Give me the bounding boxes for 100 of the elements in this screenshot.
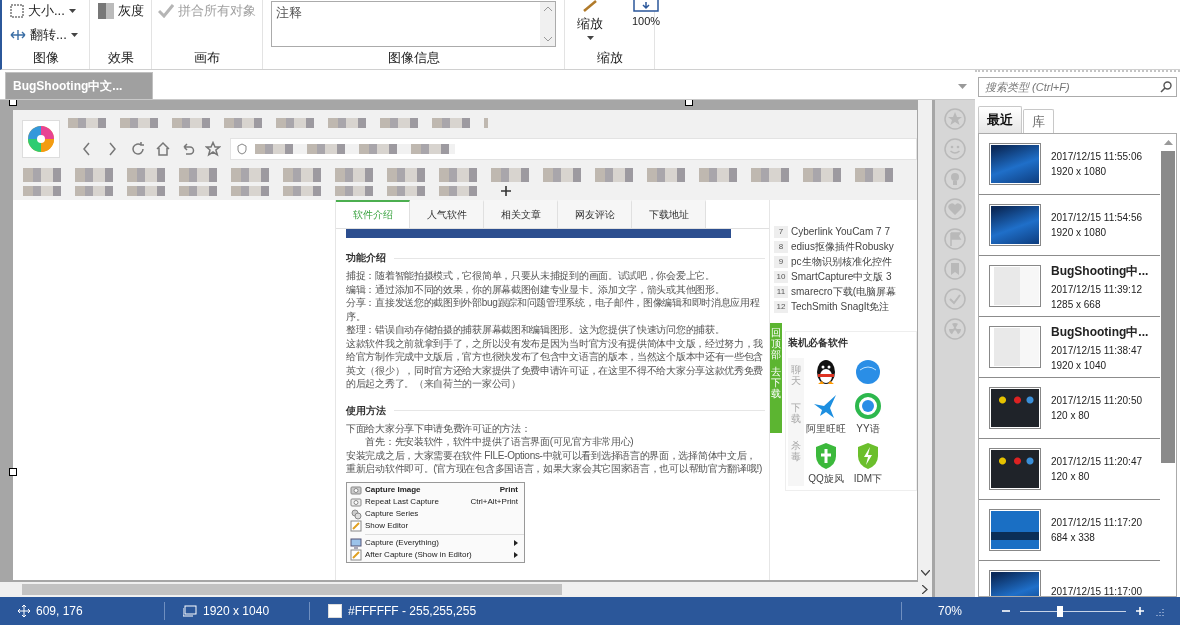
paragraph: 这款软件我之前就拿到手了，之所以没有发布是因为当时官方没有提供简体中文版，经过努力，我给官方制作完成中文版后，官方也很快发布了包含中文语言的版本，当然这个版本中还有一些包含英文（很少），同时官方还给大家提供了免费申请许可证，在这里不得不给大家分享这款优秀免费的后起之秀了。（来自荷兰的一家公司） [346, 336, 765, 391]
history-item[interactable]: BugShooting中... 2017/12/15 11:39:12 1285 x 668 [979, 256, 1160, 317]
slider-thumb[interactable] [1057, 605, 1064, 617]
page-tab[interactable]: 人气软件 [410, 200, 484, 228]
capture-date: 2017/12/15 11:38:47 [1051, 344, 1143, 356]
chevron-right-icon [922, 585, 928, 594]
undo-icon[interactable] [180, 141, 196, 157]
actual-size-button[interactable]: 100% [626, 0, 667, 27]
rank-number: 12 [774, 301, 788, 313]
paragraph: 编辑：通过添加不同的效果，你的屏幕截图创建专业显卡。添加文字，箭头或其他图形。 [346, 282, 726, 296]
magnifier-handle-icon [583, 0, 597, 12]
image-size-icon [183, 605, 197, 617]
grayscale-icon [97, 3, 114, 19]
chevron-up-icon [1163, 140, 1173, 145]
capture-date: 2017/12/15 11:39:12 [1051, 283, 1143, 295]
history-item[interactable]: 2017/12/15 11:20:47 120 x 80 [979, 439, 1160, 500]
zoom-button[interactable]: 缩放 [571, 0, 609, 40]
thumbnail[interactable] [989, 509, 1041, 551]
capture-date: 2017/12/15 11:17:20 [1051, 517, 1142, 528]
list-link[interactable]: edius抠像插件Robusky [791, 241, 894, 253]
size-dropdown[interactable]: 大小... [8, 2, 80, 20]
thumbnail[interactable] [989, 448, 1041, 490]
menu-item[interactable]: After Capture (Show in Editor) [347, 548, 524, 561]
section-heading: 使用方法 [346, 403, 386, 418]
menu-item[interactable]: Capture Image Print [347, 483, 524, 496]
logo-icon[interactable] [27, 125, 55, 153]
history-item[interactable]: 2017/12/15 11:20:50 120 x 80 [979, 378, 1160, 439]
image-dimensions: 1920 x 1080 [1051, 166, 1108, 177]
horizontal-scrollbar[interactable] [0, 582, 932, 597]
thumbnail[interactable] [989, 204, 1041, 246]
color-value: #FFFFFF - 255,255,255 [348, 604, 477, 618]
star-icon[interactable] [205, 141, 221, 157]
caret-icon [70, 33, 78, 37]
paragraph: 捕捉：随着智能拍摄模式，它很简单，只要从未捕捉到的画面。试试吧，你会爱上它。 [346, 269, 716, 283]
resize-handle[interactable] [9, 100, 17, 106]
capture-date: 2017/12/15 11:20:47 [1051, 456, 1142, 467]
rank-number: 11 [774, 286, 788, 298]
menu-item[interactable]: Capture (Everything) [347, 536, 524, 549]
list-link[interactable]: SmartCapture中文版 3 [791, 271, 892, 283]
camera-stack-icon [350, 507, 362, 520]
move-cursor-icon [18, 605, 30, 617]
app-label[interactable]: IDM下 [853, 472, 883, 486]
lightning-shield-icon [856, 442, 880, 470]
list-link[interactable]: smarecro下载(电脑屏幕 [791, 286, 896, 298]
search-icon[interactable] [1160, 81, 1172, 93]
resize-handle[interactable] [685, 100, 693, 106]
page-tab[interactable]: 软件介绍 [336, 200, 410, 228]
minus-icon[interactable] [1002, 607, 1010, 615]
capture-date: 2017/12/15 11:20:50 [1051, 395, 1142, 406]
app-label[interactable]: YY语 [856, 422, 880, 436]
grayscale-button[interactable]: 灰度 [95, 2, 146, 20]
list-link[interactable]: Cyberlink YouCam 7 7 [791, 226, 890, 238]
checkmark-icon[interactable] [944, 288, 966, 310]
rank-number: 8 [774, 241, 788, 253]
app-label[interactable]: 阿里旺旺 [806, 422, 846, 436]
menu-item[interactable]: Show Editor [347, 519, 524, 532]
thumbnail[interactable] [989, 387, 1041, 429]
app-label[interactable]: QQ旋风 [808, 472, 844, 486]
caret-icon [586, 36, 594, 40]
history-item[interactable]: 2017/12/15 11:54:56 1920 x 1080 [979, 195, 1160, 256]
rank-number: 9 [774, 256, 788, 268]
caret-icon [68, 9, 76, 13]
resize-handle[interactable] [9, 468, 17, 476]
thumbnail[interactable] [989, 326, 1041, 368]
thumbnail[interactable] [989, 143, 1041, 185]
scrollbar-thumb[interactable] [22, 584, 562, 595]
list-link[interactable]: TechSmith SnagIt免注 [791, 301, 890, 313]
reload-icon[interactable] [130, 141, 146, 157]
page-tab[interactable]: 相关文章 [484, 200, 558, 228]
image-dimensions: 1920 x 1080 [1051, 227, 1108, 238]
history-item[interactable]: BugShooting中... 2017/12/15 11:38:47 1920 x 1040 [979, 317, 1160, 378]
flip-dropdown[interactable]: 翻转... [8, 26, 80, 44]
page-tab[interactable]: 下载地址 [632, 200, 706, 228]
thumbnail[interactable] [989, 265, 1041, 307]
group-label: 图像 [31, 49, 60, 67]
menu-item[interactable]: Repeat Last Capture Ctrl+Alt+Print [347, 495, 524, 508]
section-heading: 功能介绍 [346, 251, 386, 265]
chevron-down-icon [920, 570, 930, 576]
group-label: 缩放 [595, 49, 624, 67]
panel-tab[interactable]: 最近 [978, 106, 1022, 133]
rank-number: 7 [774, 226, 788, 238]
list-link[interactable]: pc生物识别核准化控件 [791, 256, 892, 268]
home-icon[interactable] [155, 141, 171, 157]
history-item[interactable]: 2017/12/15 11:55:06 1920 x 1080 [979, 134, 1160, 195]
search-field[interactable]: 搜索类型 (Ctrl+F) [978, 77, 1177, 97]
dropdown-caret-icon[interactable] [958, 84, 967, 89]
shield-icon [237, 143, 247, 155]
history-item[interactable]: 2017/12/15 11:17:20 684 x 338 [979, 500, 1160, 561]
paragraph: 安装完成之后，大家需要在软件 FILE-Options-中就可以看到选择语言的界面，选择简体中文后，重新启动软件即可。(官方现在包含多国语言，如果大家会其它国家语言，也可以帮助官方翻译哦!) [346, 448, 763, 476]
vertical-scrollbar[interactable] [918, 100, 932, 582]
panel-tab[interactable]: 库 [1023, 109, 1054, 133]
page-tab[interactable]: 网友评论 [558, 200, 632, 228]
dotted-square-icon [10, 4, 24, 18]
plus-icon[interactable] [1136, 607, 1144, 615]
plus-icon [501, 186, 511, 196]
pencil-icon [350, 519, 362, 532]
scrollbar-thumb[interactable] [1161, 151, 1175, 463]
address-field[interactable] [230, 138, 917, 160]
menu-item[interactable]: Capture Series [347, 507, 524, 520]
image-dimensions: 120 x 80 [1051, 410, 1091, 421]
